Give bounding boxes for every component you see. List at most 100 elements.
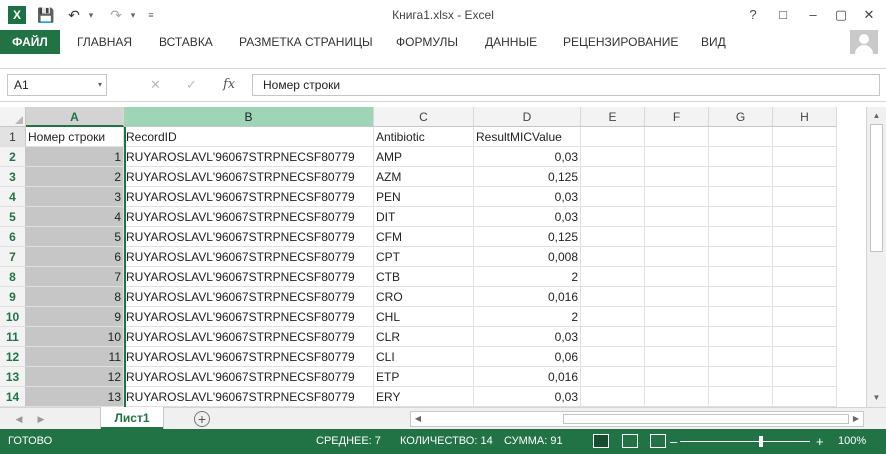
horizontal-scrollbar[interactable]: ◀ ▶ bbox=[410, 411, 864, 427]
cell-h13[interactable] bbox=[773, 367, 837, 387]
column-header-f[interactable]: F bbox=[645, 107, 709, 127]
cell-e14[interactable] bbox=[581, 387, 645, 407]
cell-d4[interactable]: 0,03 bbox=[474, 187, 581, 207]
cell-c1[interactable]: Antibiotic bbox=[374, 127, 474, 147]
row-header-1[interactable]: 1 bbox=[0, 127, 26, 147]
cell-g8[interactable] bbox=[709, 267, 773, 287]
cell-d9[interactable]: 0,016 bbox=[474, 287, 581, 307]
cell-f5[interactable] bbox=[645, 207, 709, 227]
cell-f6[interactable] bbox=[645, 227, 709, 247]
cell-b7[interactable]: RUYAROSLAVL'96067STRPNECSF80779 bbox=[124, 247, 374, 267]
cell-a14[interactable]: 13 bbox=[26, 387, 124, 407]
row-header-3[interactable]: 3 bbox=[0, 167, 26, 187]
cell-c3[interactable]: AZM bbox=[374, 167, 474, 187]
zoom-out-icon[interactable]: – bbox=[670, 429, 677, 454]
cell-d13[interactable]: 0,016 bbox=[474, 367, 581, 387]
cell-f9[interactable] bbox=[645, 287, 709, 307]
cell-c12[interactable]: CLI bbox=[374, 347, 474, 367]
cell-f1[interactable] bbox=[645, 127, 709, 147]
cell-a3[interactable]: 2 bbox=[26, 167, 124, 187]
tab-insert[interactable]: ВСТАВКА bbox=[159, 30, 213, 54]
page-break-view-icon[interactable] bbox=[650, 434, 666, 448]
tab-file[interactable]: ФАЙЛ bbox=[0, 30, 60, 54]
cell-a2[interactable]: 1 bbox=[26, 147, 124, 167]
cell-d14[interactable]: 0,03 bbox=[474, 387, 581, 407]
minimize-button[interactable]: – bbox=[800, 3, 826, 27]
column-header-b[interactable]: B bbox=[124, 107, 374, 127]
cell-h11[interactable] bbox=[773, 327, 837, 347]
cell-e8[interactable] bbox=[581, 267, 645, 287]
cell-b12[interactable]: RUYAROSLAVL'96067STRPNECSF80779 bbox=[124, 347, 374, 367]
cell-b10[interactable]: RUYAROSLAVL'96067STRPNECSF80779 bbox=[124, 307, 374, 327]
add-sheet-icon[interactable]: + bbox=[194, 411, 210, 427]
cell-g11[interactable] bbox=[709, 327, 773, 347]
cell-e3[interactable] bbox=[581, 167, 645, 187]
tab-formulas[interactable]: ФОРМУЛЫ bbox=[396, 30, 458, 54]
cell-e12[interactable] bbox=[581, 347, 645, 367]
scroll-down-icon[interactable]: ▼ bbox=[870, 391, 883, 404]
cell-a8[interactable]: 7 bbox=[26, 267, 124, 287]
sheet-nav-next-icon[interactable]: ▶ bbox=[34, 411, 48, 427]
cell-a6[interactable]: 5 bbox=[26, 227, 124, 247]
cell-e6[interactable] bbox=[581, 227, 645, 247]
row-header-2[interactable]: 2 bbox=[0, 147, 26, 167]
scroll-right-icon[interactable]: ▶ bbox=[849, 412, 863, 426]
cell-a12[interactable]: 11 bbox=[26, 347, 124, 367]
column-header-e[interactable]: E bbox=[581, 107, 645, 127]
cell-e13[interactable] bbox=[581, 367, 645, 387]
cell-d5[interactable]: 0,03 bbox=[474, 207, 581, 227]
cell-a1[interactable]: Номер строки bbox=[26, 127, 124, 147]
cell-c7[interactable]: CPT bbox=[374, 247, 474, 267]
cell-d11[interactable]: 0,03 bbox=[474, 327, 581, 347]
cell-h12[interactable] bbox=[773, 347, 837, 367]
help-button[interactable]: ? bbox=[740, 3, 766, 27]
worksheet-grid[interactable]: A B C D E F G H 1 2 3 4 5 6 7 8 9 10 11 12 13 14 Номер строки R… bbox=[0, 107, 866, 407]
cell-e2[interactable] bbox=[581, 147, 645, 167]
page-layout-view-icon[interactable] bbox=[622, 434, 638, 448]
row-header-10[interactable]: 10 bbox=[0, 307, 26, 327]
zoom-in-icon[interactable]: + bbox=[816, 429, 824, 454]
sheet-tab-active[interactable]: Лист1 bbox=[101, 407, 163, 429]
cell-c4[interactable]: PEN bbox=[374, 187, 474, 207]
cell-h3[interactable] bbox=[773, 167, 837, 187]
cell-f2[interactable] bbox=[645, 147, 709, 167]
zoom-level[interactable]: 100% bbox=[838, 429, 866, 454]
formula-input[interactable]: Номер строки bbox=[252, 74, 880, 96]
name-box[interactable]: A1 ▾ bbox=[7, 74, 107, 96]
cell-a7[interactable]: 6 bbox=[26, 247, 124, 267]
cell-a10[interactable]: 9 bbox=[26, 307, 124, 327]
cell-e7[interactable] bbox=[581, 247, 645, 267]
undo-icon[interactable]: ↶ bbox=[64, 6, 84, 24]
cell-d2[interactable]: 0,03 bbox=[474, 147, 581, 167]
normal-view-icon[interactable] bbox=[593, 434, 609, 448]
insert-function-icon[interactable]: fx bbox=[223, 76, 235, 94]
maximize-button[interactable]: ▢ bbox=[828, 3, 854, 27]
cell-f4[interactable] bbox=[645, 187, 709, 207]
cell-h9[interactable] bbox=[773, 287, 837, 307]
cell-c13[interactable]: ETP bbox=[374, 367, 474, 387]
save-icon[interactable]: 💾 bbox=[36, 6, 56, 24]
zoom-slider[interactable] bbox=[680, 441, 810, 442]
cell-f12[interactable] bbox=[645, 347, 709, 367]
zoom-slider-thumb[interactable] bbox=[759, 436, 763, 447]
cell-f14[interactable] bbox=[645, 387, 709, 407]
cell-d1[interactable]: ResultMICValue bbox=[474, 127, 581, 147]
cell-f7[interactable] bbox=[645, 247, 709, 267]
cell-g3[interactable] bbox=[709, 167, 773, 187]
name-box-dropdown-icon[interactable]: ▾ bbox=[98, 75, 102, 95]
cell-e11[interactable] bbox=[581, 327, 645, 347]
row-header-13[interactable]: 13 bbox=[0, 367, 26, 387]
tab-page-layout[interactable]: РАЗМЕТКА СТРАНИЦЫ bbox=[239, 30, 373, 54]
cell-b5[interactable]: RUYAROSLAVL'96067STRPNECSF80779 bbox=[124, 207, 374, 227]
column-header-g[interactable]: G bbox=[709, 107, 773, 127]
cell-c14[interactable]: ERY bbox=[374, 387, 474, 407]
undo-dropdown-icon[interactable]: ▾ bbox=[86, 6, 96, 24]
excel-logo-icon[interactable]: X bbox=[8, 6, 26, 24]
cell-d6[interactable]: 0,125 bbox=[474, 227, 581, 247]
cell-f11[interactable] bbox=[645, 327, 709, 347]
cell-d12[interactable]: 0,06 bbox=[474, 347, 581, 367]
cell-g1[interactable] bbox=[709, 127, 773, 147]
column-header-a[interactable]: A bbox=[26, 107, 124, 127]
row-header-8[interactable]: 8 bbox=[0, 267, 26, 287]
cell-e5[interactable] bbox=[581, 207, 645, 227]
